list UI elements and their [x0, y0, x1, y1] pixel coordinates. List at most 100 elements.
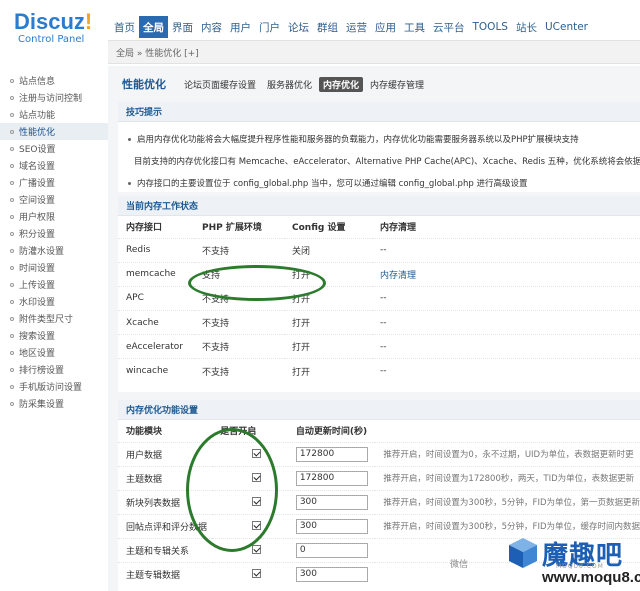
top-nav-item[interactable]: 站长 [512, 16, 541, 38]
top-nav-item[interactable]: 全局 [139, 16, 168, 38]
enable-cell [212, 465, 288, 490]
column-header: 内存接口 [126, 223, 163, 234]
column-header: Config 设置 [292, 223, 346, 234]
enable-checkbox[interactable] [252, 473, 262, 482]
sidebar-item[interactable]: 广播设置 [0, 174, 108, 191]
top-nav-item[interactable]: TOOLS [469, 16, 512, 38]
subtab-bar: 性能优化 论坛页面缓存设置 服务器优化 内存优化 内存缓存管理 [122, 76, 431, 92]
ttl-input[interactable] [295, 446, 368, 462]
ttl-input[interactable] [295, 470, 368, 486]
tips-title: 技巧提示 [118, 102, 640, 122]
top-nav-item[interactable]: 应用 [371, 16, 400, 38]
table-cell: 打开 [284, 285, 372, 311]
sidebar-item-label: 广播设置 [19, 179, 56, 189]
sidebar-item[interactable]: 地区设置 [0, 344, 108, 361]
bullet-icon [10, 367, 14, 372]
sidebar-menu: 站点信息注册与访问控制站点功能 性能优化 SEO设置域名设置广播设置空间设置用户权限… [0, 66, 108, 412]
sidebar-item[interactable]: 时间设置 [0, 259, 108, 276]
sidebar-item[interactable]: 用户权限 [0, 208, 108, 225]
hint-text: 推荐开启，时间设置为300秒，5分钟，FID为单位，第一页数据更新 [375, 489, 640, 514]
discuz-logo[interactable]: Discuz! Control Panel [14, 10, 92, 46]
sidebar-item[interactable]: 性能优化 [0, 123, 108, 140]
subtab[interactable]: 论坛页面缓存设置 [180, 77, 260, 92]
enable-cell [212, 513, 288, 538]
sidebar-item[interactable]: 注册与访问控制 [0, 89, 108, 106]
hint-text: 推荐开启，时间设置为172800秒，两天，TID为单位，表数据更新 [375, 465, 640, 490]
tip-text: 启用内存优化功能将会大幅度提升程序性能和服务器的负载能力，内存优化功能需要服务器… [137, 135, 579, 145]
sidebar-item[interactable]: 空间设置 [0, 191, 108, 208]
watermark-domain: www.moqu8.com [542, 569, 640, 586]
enable-checkbox[interactable] [252, 521, 262, 530]
sidebar-item-label: SEO设置 [19, 145, 56, 155]
sidebar-item[interactable]: 搜索设置 [0, 327, 108, 344]
ttl-input[interactable] [295, 542, 368, 558]
status-title: 当前内存工作状态 [118, 196, 640, 216]
memory-status-table: 内存接口 PHP 扩展环境 Config 设置 内存清理 Redis 不支持 关闭 -- me… [118, 216, 640, 384]
sidebar-item[interactable]: 水印设置 [0, 293, 108, 310]
ttl-cell [287, 441, 376, 466]
enable-cell [212, 441, 288, 466]
sidebar-item[interactable]: 域名设置 [0, 157, 108, 174]
sidebar-item-label: 域名设置 [19, 162, 56, 172]
tip-item: 启用内存优化功能将会大幅度提升程序性能和服务器的负载能力，内存优化功能需要服务器… [128, 128, 640, 150]
sidebar-item-label: 空间设置 [19, 196, 56, 206]
subtab[interactable]: 服务器优化 [263, 77, 316, 92]
sidebar-item[interactable]: 附件类型尺寸 [0, 310, 108, 327]
sidebar-item[interactable]: 站点功能 [0, 106, 108, 123]
table-cell: -- [372, 334, 640, 359]
top-nav-item[interactable]: UCenter [541, 16, 592, 38]
opt-title: 内存优化功能设置 [118, 400, 640, 420]
ttl-input[interactable] [295, 494, 368, 510]
watermark: 微信 魔趣吧 MOQU8.COM www.moqu8.com [430, 531, 640, 591]
enable-checkbox[interactable] [252, 497, 262, 506]
top-nav-item[interactable]: 内容 [197, 16, 226, 38]
table-cell: Xcache [118, 310, 194, 335]
breadcrumb: 全局 » 性能优化 [+] [108, 40, 640, 64]
enable-checkbox[interactable] [252, 569, 262, 579]
clear-memory-link[interactable]: 内存清理 [372, 261, 640, 287]
bullet-icon [10, 265, 14, 270]
bullet-icon [10, 146, 14, 151]
subtab[interactable]: 内存优化 [319, 76, 364, 92]
bullet-icon [10, 248, 14, 253]
sidebar-item[interactable]: 排行榜设置 [0, 361, 108, 378]
header: Discuz! Control Panel 首页 全局 界面 内容 用户 门户 论坛 群组 运营… [0, 0, 640, 64]
table-cell: 打开 [284, 334, 372, 359]
top-nav-item[interactable]: 工具 [400, 16, 429, 38]
sidebar-item[interactable]: 积分设置 [0, 225, 108, 242]
logo-subtitle: Control Panel [18, 34, 85, 45]
subtab[interactable]: 内存缓存管理 [366, 77, 428, 92]
top-nav-item[interactable]: 论坛 [284, 16, 313, 38]
table-cell: 打开 [284, 358, 372, 384]
top-nav-item[interactable]: 云平台 [429, 16, 469, 38]
ttl-cell [287, 561, 376, 586]
bullet-icon [10, 350, 14, 355]
sidebar-item[interactable]: 站点信息 [0, 72, 108, 89]
enable-checkbox[interactable] [252, 449, 262, 458]
memory-status-panel: 当前内存工作状态 内存接口 PHP 扩展环境 Config 设置 内存清理 Redis… [118, 196, 640, 392]
module-name: 用户数据 [118, 441, 213, 466]
enable-checkbox[interactable] [252, 545, 262, 554]
column-header: 功能模块 [126, 427, 163, 438]
sidebar-item[interactable]: 手机版访问设置 [0, 378, 108, 395]
sidebar-item[interactable]: SEO设置 [0, 140, 108, 157]
top-nav-item[interactable]: 界面 [168, 16, 197, 38]
sidebar-item[interactable]: 上传设置 [0, 276, 108, 293]
table-cell: 不支持 [194, 334, 284, 359]
table-cell: 不支持 [194, 310, 284, 335]
top-nav-item[interactable]: 运营 [342, 16, 371, 38]
top-nav-item[interactable]: 门户 [255, 16, 284, 38]
tip-item: 内存接口的主要设置位于 config_global.php 当中，您可以通过编辑… [128, 172, 640, 194]
sidebar-item[interactable]: 防灌水设置 [0, 242, 108, 259]
bullet-icon [128, 137, 131, 141]
table-cell: memcache [118, 261, 194, 287]
column-header: PHP 扩展环境 [202, 223, 262, 234]
top-nav-item[interactable]: 群组 [313, 16, 342, 38]
top-nav-item[interactable]: 首页 [110, 16, 139, 38]
ttl-input[interactable] [295, 518, 368, 534]
top-nav-item[interactable]: 用户 [226, 16, 255, 38]
sidebar-item-label: 注册与访问控制 [19, 94, 83, 104]
bullet-icon [10, 112, 14, 117]
sidebar-item[interactable]: 防采集设置 [0, 395, 108, 412]
ttl-input[interactable] [295, 566, 368, 582]
